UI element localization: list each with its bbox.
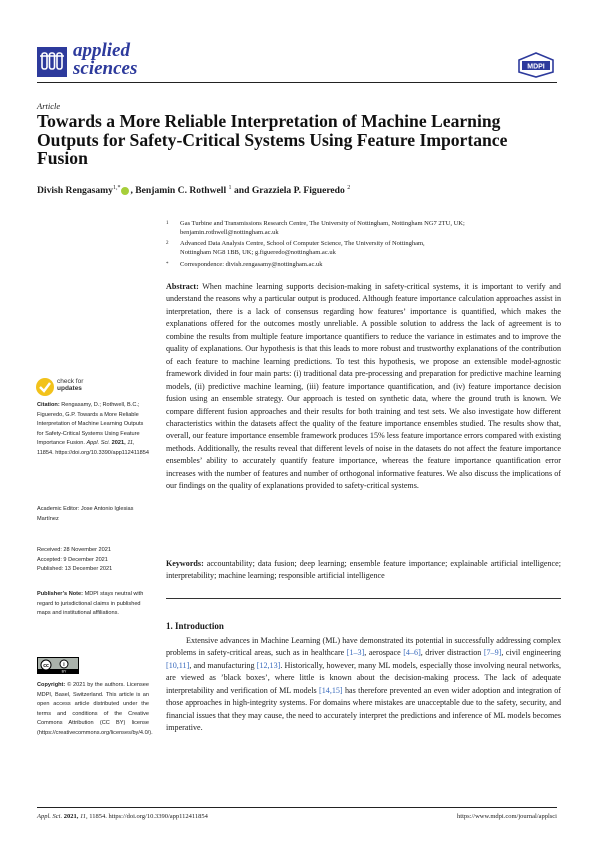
mdpi-logo-text: MDPI (527, 64, 545, 71)
footer-divider (37, 807, 557, 808)
author-affiliation: 2 (347, 185, 351, 191)
check-updates-line1: check for (57, 378, 84, 385)
publisher-note-label: Publisher’s Note: (37, 591, 84, 597)
paragraph-text: , and manufacturing (189, 660, 257, 670)
introduction-paragraph: Extensive advances in Machine Learning (… (166, 635, 561, 735)
check-for-updates-button[interactable]: check for updates (57, 378, 83, 392)
check-for-updates-icon[interactable] (36, 378, 54, 396)
citation-year: 2021, (111, 440, 126, 447)
header-divider (37, 82, 557, 83)
citation-journal: Appl. Sci. (86, 440, 111, 447)
paragraph-text: , aerospace (364, 648, 404, 658)
author-name: Divish Rengasamy (37, 185, 113, 197)
affiliation: 1 Gas Turbine and Transmissions Research… (166, 219, 566, 237)
paragraph-text: , driver distraction (420, 648, 484, 658)
affiliation-email[interactable]: Nottingham NG8 1BB, UK; g.figueredo@nott… (180, 248, 566, 257)
keywords-text: accountability; data fusion; deep learni… (166, 559, 561, 581)
citation-block: Citation: Rengasamy, D.; Rothwell, B.C.;… (37, 401, 149, 459)
published-date: Published: 13 December 2021 (37, 566, 113, 573)
citation-label: Citation: (37, 402, 60, 408)
reference-link[interactable]: [4–6] (403, 648, 421, 657)
reference-link[interactable]: [10,11] (166, 661, 189, 670)
author-affiliation: 1,* (112, 185, 121, 191)
footer-year: 2021, (63, 813, 79, 820)
svg-text:cc: cc (43, 663, 49, 669)
abstract-text: When machine learning supports decision-… (166, 282, 561, 491)
reference-link[interactable]: [14,15] (319, 686, 343, 695)
orcid-icon[interactable] (121, 186, 130, 195)
mdpi-logo-icon: MDPI (517, 52, 555, 78)
accepted-date: Accepted: 9 December 2021 (37, 556, 108, 563)
article-type: Article (37, 101, 61, 111)
affiliation: 2 Advanced Data Analysis Centre, School … (166, 239, 566, 257)
author-name: Benjamin C. Rothwell (135, 185, 227, 197)
academic-editor: Academic Editor: Jose Antonio Iglesias M… (37, 506, 134, 522)
correspondence: * Correspondence: divish.rengasamy@notti… (166, 260, 566, 269)
section-divider (166, 598, 561, 599)
footer-volume: 11, (79, 813, 88, 820)
affiliation-text: Advanced Data Analysis Centre, School of… (180, 240, 425, 247)
publisher-note: Publisher’s Note: MDPI stays neutral wit… (37, 590, 149, 619)
footer-journal-url[interactable]: https://www.mdpi.com/journal/applsci (457, 813, 557, 820)
author-name: Grazziela P. Figueredo (251, 185, 345, 197)
cc-by-license-icon[interactable]: cc i BY (37, 657, 79, 674)
section-heading: 1. Introduction (166, 621, 224, 631)
paragraph-text: , civil engineering (501, 648, 561, 658)
copyright-label: Copyright: (37, 682, 66, 688)
check-updates-line2: updates (57, 385, 82, 392)
reference-link[interactable]: [7–9] (484, 648, 502, 657)
author-list: Divish Rengasamy1,*, Benjamin C. Rothwel… (37, 185, 350, 196)
publication-dates: Received: 28 November 2021 Accepted: 9 D… (37, 546, 149, 575)
copyright-text: © 2021 by the authors. Licensee MDPI, Ba… (37, 682, 153, 736)
affiliation-number: * (166, 262, 169, 267)
affiliation-number: 1 (166, 221, 169, 226)
citation-volume: 11, (127, 440, 135, 447)
keywords-label: Keywords: (166, 559, 204, 568)
svg-text:BY: BY (62, 670, 67, 674)
footer-journal: Appl. Sci. (37, 813, 63, 820)
article-title: Towards a More Reliable Interpretation o… (37, 111, 508, 168)
affiliation-email[interactable]: benjamin.rothwell@nottingham.ac.uk (180, 228, 566, 237)
citation-doi[interactable]: 11854. https://doi.org/10.3390/app112411… (37, 450, 149, 456)
keywords: Keywords: accountability; data fusion; d… (166, 558, 561, 583)
correspondence-text[interactable]: Correspondence: divish.rengasamy@notting… (180, 260, 566, 269)
received-date: Received: 28 November 2021 (37, 547, 112, 553)
copyright-notice: Copyright: © 2021 by the authors. Licens… (37, 681, 153, 739)
footer-citation: Appl. Sci. 2021, 11, 11854. https://doi.… (37, 813, 208, 820)
abstract: Abstract: When machine learning supports… (166, 281, 561, 493)
affiliation-text: Gas Turbine and Transmissions Research C… (180, 220, 465, 227)
reference-link[interactable]: [1–3] (347, 648, 365, 657)
journal-logo-icon (37, 47, 67, 77)
author-separator: and (231, 185, 252, 197)
abstract-label: Abstract: (166, 282, 199, 291)
footer-doi-link[interactable]: 11854. https://doi.org/10.3390/app112411… (89, 813, 208, 820)
affiliation-number: 2 (166, 241, 169, 246)
journal-name: applied sciences (73, 41, 138, 79)
reference-link[interactable]: [12,13] (257, 661, 281, 670)
journal-name-line2: sciences (73, 58, 138, 79)
